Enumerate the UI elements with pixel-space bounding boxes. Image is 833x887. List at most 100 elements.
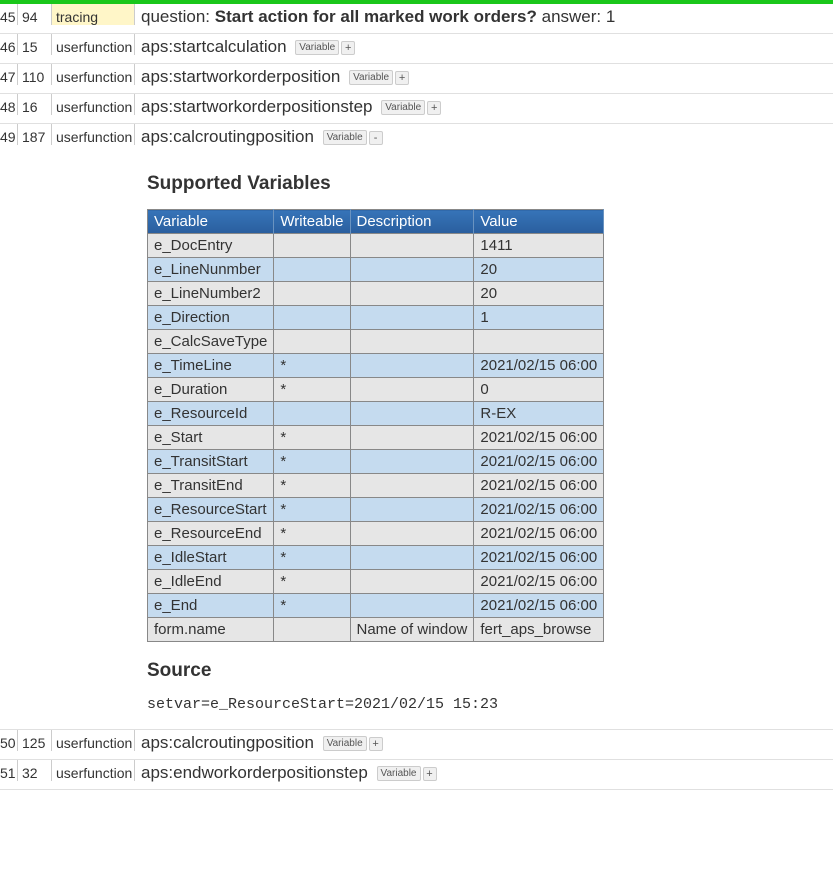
toggle-button[interactable]: -: [369, 131, 383, 145]
var-writeable: [274, 306, 350, 330]
row-type: userfunction: [52, 94, 135, 115]
table-row: e_LineNumber220: [148, 282, 604, 306]
row-number: 110: [18, 64, 52, 85]
var-name: e_IdleStart: [148, 546, 274, 570]
var-desc: [350, 546, 474, 570]
row-index: 45: [0, 4, 18, 25]
var-desc: [350, 402, 474, 426]
var-name: e_TransitStart: [148, 450, 274, 474]
var-writeable: [274, 282, 350, 306]
source-heading: Source: [147, 660, 821, 682]
toggle-button[interactable]: +: [369, 737, 383, 751]
variable-badge[interactable]: Variable: [323, 130, 367, 145]
variable-badge[interactable]: Variable: [381, 100, 425, 115]
log-row: 4594tracingquestion: Start action for al…: [0, 4, 833, 34]
table-row: e_Direction1: [148, 306, 604, 330]
table-row: e_LineNunmber20: [148, 258, 604, 282]
var-writeable: [274, 402, 350, 426]
var-desc: [350, 354, 474, 378]
var-value: R-EX: [474, 402, 604, 426]
var-name: e_ResourceId: [148, 402, 274, 426]
var-writeable: *: [274, 378, 350, 402]
var-name: e_ResourceEnd: [148, 522, 274, 546]
variable-badge[interactable]: Variable: [295, 40, 339, 55]
row-index: 47: [0, 64, 18, 85]
variable-badge[interactable]: Variable: [349, 70, 393, 85]
row-content: aps:endworkorderpositionstep Variable+: [135, 760, 833, 789]
row-number: 15: [18, 34, 52, 55]
toggle-button[interactable]: +: [395, 71, 409, 85]
var-writeable: [274, 234, 350, 258]
row-number: 94: [18, 4, 52, 25]
var-writeable: *: [274, 522, 350, 546]
col-header: Writeable: [274, 210, 350, 234]
var-writeable: *: [274, 546, 350, 570]
var-name: e_Direction: [148, 306, 274, 330]
table-row: e_CalcSaveType: [148, 330, 604, 354]
var-value: fert_aps_browse: [474, 618, 604, 642]
var-writeable: *: [274, 474, 350, 498]
var-value: 2021/02/15 06:00: [474, 522, 604, 546]
toggle-button[interactable]: +: [423, 767, 437, 781]
table-row: e_End*2021/02/15 06:00: [148, 594, 604, 618]
var-desc: [350, 570, 474, 594]
table-row: e_ResourceStart*2021/02/15 06:00: [148, 498, 604, 522]
col-header: Variable: [148, 210, 274, 234]
row-content: aps:startworkorderpositionstep Variable+: [135, 94, 833, 123]
table-row: e_Duration*0: [148, 378, 604, 402]
answer-text: 1: [606, 7, 615, 26]
row-type: userfunction: [52, 34, 135, 55]
var-desc: [350, 426, 474, 450]
table-row: e_ResourceEnd* 2021/02/15 06:00: [148, 522, 604, 546]
supported-vars-heading: Supported Variables: [147, 173, 821, 195]
col-header: Value: [474, 210, 604, 234]
var-writeable: [274, 258, 350, 282]
log-row: 49187userfunctionaps:calcroutingposition…: [0, 124, 833, 730]
var-value: [474, 330, 604, 354]
var-desc: [350, 306, 474, 330]
var-writeable: [274, 330, 350, 354]
var-name: e_IdleEnd: [148, 570, 274, 594]
var-name: e_ResourceStart: [148, 498, 274, 522]
row-type: tracing: [52, 4, 135, 25]
var-value: 1411: [474, 234, 604, 258]
variable-badge[interactable]: Variable: [377, 766, 421, 781]
var-desc: [350, 522, 474, 546]
var-desc: Name of window: [350, 618, 474, 642]
answer-prefix: answer:: [537, 7, 606, 26]
var-value: 2021/02/15 06:00: [474, 498, 604, 522]
row-index: 46: [0, 34, 18, 55]
table-row: e_Start*2021/02/15 06:00: [148, 426, 604, 450]
col-header: Description: [350, 210, 474, 234]
log-row: 47110userfunctionaps:startworkorderposit…: [0, 64, 833, 94]
variable-badge[interactable]: Variable: [323, 736, 367, 751]
row-number: 187: [18, 124, 52, 145]
row-type: userfunction: [52, 730, 135, 751]
var-writeable: *: [274, 570, 350, 594]
question-text: Start action for all marked work orders?: [215, 7, 537, 26]
source-code: setvar=e_ResourceStart=2021/02/15 15:23: [147, 696, 821, 713]
fn-name: aps:endworkorderpositionstep: [141, 763, 368, 782]
row-content: question: Start action for all marked wo…: [135, 4, 833, 33]
var-name: e_Start: [148, 426, 274, 450]
var-value: 2021/02/15 06:00: [474, 594, 604, 618]
var-name: e_TransitEnd: [148, 474, 274, 498]
fn-name: aps:startworkorderposition: [141, 67, 340, 86]
table-row: e_TransitEnd* 2021/02/15 06:00: [148, 474, 604, 498]
fn-name: aps:startcalculation: [141, 37, 287, 56]
var-value: 2021/02/15 06:00: [474, 354, 604, 378]
var-value: 2021/02/15 06:00: [474, 450, 604, 474]
row-content: aps:calcroutingposition Variable+: [135, 730, 833, 759]
toggle-button[interactable]: +: [427, 101, 441, 115]
log-row: 4615userfunction aps:startcalculation Var…: [0, 34, 833, 64]
var-value: 2021/02/15 06:00: [474, 474, 604, 498]
var-desc: [350, 282, 474, 306]
row-index: 51: [0, 760, 18, 781]
var-name: form.name: [148, 618, 274, 642]
expanded-panel: Supported Variables VariableWriteableDesc…: [141, 147, 827, 723]
row-number: 16: [18, 94, 52, 115]
row-number: 125: [18, 730, 52, 751]
table-row: e_IdleEnd*2021/02/15 06:00: [148, 570, 604, 594]
toggle-button[interactable]: +: [341, 41, 355, 55]
var-desc: [350, 498, 474, 522]
